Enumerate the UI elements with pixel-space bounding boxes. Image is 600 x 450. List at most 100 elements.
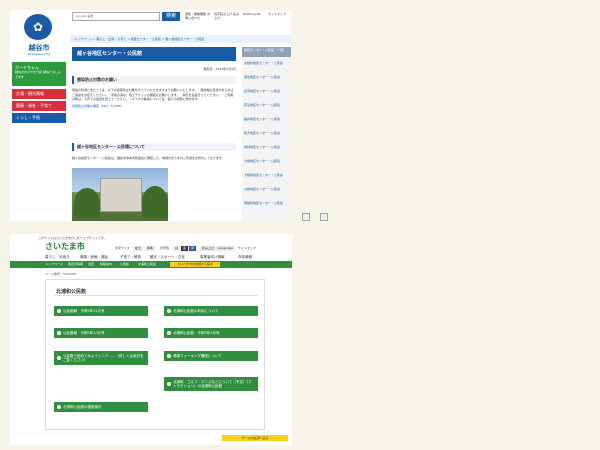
mascot-banner[interactable]: ガーヤちゃん 越谷がのびやか日記 越谷たのしんでます: [12, 62, 66, 86]
saitama-page-screenshot: このサイトはさいたま市の公式ウェブサイトです。 さいたま市 文字サイズ 拡大 標…: [10, 234, 292, 445]
font-enlarge-button[interactable]: 拡大: [133, 246, 144, 251]
site-tagline: このサイトはさいたま市の公式ウェブサイトです。: [38, 236, 107, 240]
breadcrumb-bar: トップページ 各区の情報 北区 施設案内 公民館 北浦和公民館 さいたま市の地図…: [10, 261, 292, 268]
crumb-kita[interactable]: 北区: [88, 261, 94, 268]
sidebar-link[interactable]: 北越谷地区センター・公民館: [244, 61, 290, 65]
bullet-icon: [57, 356, 61, 360]
link-label: 北浦和公民館の施設案内: [63, 405, 102, 409]
sidebar-link[interactable]: 出羽地区センター・公民館: [244, 89, 290, 93]
top-link-readaloud[interactable]: 音声読み上げ 読み上げ: [214, 12, 240, 24]
bg-white-button[interactable]: 白: [173, 246, 181, 251]
font-size-label: 文字サイズ: [115, 246, 130, 250]
section-body-infection: 施設の利用にあたっては、以下の感染防止対策を行っていただきますようお願いいたしま…: [72, 88, 236, 108]
building-photo: [72, 168, 168, 221]
bullet-icon: [57, 331, 61, 335]
link-button[interactable]: 公民館報 令和5年10月号: [54, 328, 148, 338]
city-name-en: Koshigaya City: [27, 52, 51, 56]
sidebar-link[interactable]: 大袋地区センター・公民館: [244, 159, 290, 163]
crumb-current: 北浦和公民館: [138, 262, 157, 266]
link-label: 公民館報 令和5年11月号: [63, 309, 105, 313]
tree-shape: [142, 186, 168, 218]
breadcrumb[interactable]: トップページ > 暮らし・出産・子育て > 地区センター・公民館 > 越ヶ谷地区…: [70, 35, 291, 43]
infection-pdf-link[interactable]: 感染防止対策の徹底（PDF：170KB）: [72, 104, 236, 109]
bullet-icon: [167, 382, 171, 386]
link-button[interactable]: 北浦和公民館の利用について: [164, 306, 258, 316]
menu-item-childcare[interactable]: 子育て・教育: [120, 253, 141, 261]
bg-black-button[interactable]: 黒: [181, 246, 189, 251]
link-label: 北浦和公民館の利用について: [173, 309, 219, 313]
mascot-text: 越谷がのびやか日記 越谷たのしんでます: [15, 70, 61, 79]
link-label: 北浦和公民館 令和5年9月号: [173, 331, 220, 335]
bg-blue-button[interactable]: 青: [189, 246, 197, 251]
search-button[interactable]: 検索: [162, 12, 180, 21]
bullet-icon: [167, 331, 171, 335]
nav-item-health[interactable]: 健康・福祉・子育て: [12, 101, 66, 111]
section-heading-about: 越ヶ谷地区センター・公民館について: [72, 143, 236, 151]
tree-shape: [74, 188, 100, 218]
link-button[interactable]: 健康ウォーキング講座について: [164, 351, 258, 361]
bullet-icon: [167, 354, 171, 358]
content-panel: 北浦和公民館 公民館報 令和5年11月号 北浦和公民館の利用について 公民館報 …: [45, 279, 265, 430]
broken-image-icon: [302, 213, 310, 221]
right-sidebar-heading: 地区センター・公民館（一覧）: [242, 47, 291, 57]
nav-item-life[interactable]: くらし・手続: [12, 113, 66, 123]
title-divider: [54, 295, 258, 296]
sidebar-link[interactable]: 川柳地区センター・公民館: [244, 187, 290, 191]
sidebar-link[interactable]: 荻島地区センター・公民館: [244, 103, 290, 107]
link-label: 公民館で始めてみようシニア……（詳しくは添付をご覧ください）: [63, 354, 144, 362]
read-aloud-button[interactable]: 読み上げ: [200, 246, 217, 251]
sidebar-link[interactable]: 南越谷地区センター・公民館: [244, 201, 290, 205]
crumb-wards[interactable]: 各区の情報: [68, 261, 83, 268]
top-link-accessibility[interactable]: 閲覧・補助機能 お問い合わせ: [185, 12, 211, 24]
menu-item-government[interactable]: 市政情報: [238, 253, 252, 261]
updated-date: 更新日：2023年4月1日: [203, 67, 236, 71]
menu-item-business[interactable]: 事業者向け情報: [200, 253, 225, 261]
bullet-icon: [57, 405, 61, 409]
nav-item-transport[interactable]: 交通・観光情報: [12, 89, 66, 99]
map-search-button[interactable]: さいたま市の地図から探す: [170, 262, 220, 267]
crumb-facilities[interactable]: 施設案内: [100, 261, 112, 268]
top-bar: Google 提供 検索 閲覧・補助機能 お問い合わせ 音声読み上げ 読み上げ …: [70, 10, 291, 34]
top-link-multilingual[interactable]: Multilingual: [243, 12, 265, 24]
right-sidebar: 地区センター・公民館（一覧） 北越谷地区センター・公民館 蒲生地区センター・公民…: [242, 47, 291, 221]
link-label: 公民館報 令和5年10月号: [63, 331, 105, 335]
infection-text: 施設の利用にあたっては、以下の感染防止対策を行っていただきますようお願いいたしま…: [72, 88, 234, 101]
sidebar-link[interactable]: 増林地区センター・公民館: [244, 145, 290, 149]
link-label: 健康ウォーキング講座について: [173, 354, 222, 358]
bullet-icon: [57, 309, 61, 313]
page-number: ページ番号：0000000: [45, 272, 77, 276]
koshigaya-page-screenshot: ✿ 越谷市 Koshigaya City ガーヤちゃん 越谷がのびやか日記 越谷…: [10, 10, 291, 221]
sitemap-link[interactable]: サイトマップ: [238, 246, 256, 251]
sidebar-link[interactable]: 新方地区センター・公民館: [244, 131, 290, 135]
link-label: 北浦和 ゴルフ・テニスなどについて（予定）（アトラクション）の北浦和公民館: [173, 380, 252, 388]
search-input[interactable]: Google 提供: [72, 12, 160, 21]
back-to-top-button[interactable]: ページの先頭へ戻る: [222, 435, 288, 441]
menu-item-tourism[interactable]: 観光・スポーツ・文化: [150, 253, 185, 261]
city-emblem-icon: ✿: [32, 20, 44, 34]
menu-item-health[interactable]: 健康・医療・福祉: [80, 253, 108, 261]
link-button[interactable]: 北浦和公民館の施設案内: [54, 402, 148, 412]
sidebar-link[interactable]: 桜井地区センター・公民館: [244, 117, 290, 121]
sidebar-link[interactable]: 蒲生地区センター・公民館: [244, 75, 290, 79]
main-menu: 暮らし・手続き 健康・医療・福祉 子育て・教育 観光・スポーツ・文化 事業者向け…: [10, 253, 292, 261]
broken-image-icon: [320, 213, 328, 221]
saitama-logo[interactable]: さいたま市: [45, 241, 105, 253]
crumb-kominkan[interactable]: 公民館: [120, 261, 129, 268]
crumb-top[interactable]: トップページ: [45, 261, 63, 268]
font-standard-button[interactable]: 標準: [145, 246, 156, 251]
menu-item-life[interactable]: 暮らし・手続き: [45, 253, 70, 261]
bg-color-label: 背景色: [160, 246, 170, 250]
bullet-icon: [167, 309, 171, 313]
link-button[interactable]: 北浦和公民館 令和5年9月号: [164, 328, 258, 338]
link-button[interactable]: 北浦和 ゴルフ・テニスなどについて（予定）（アトラクション）の北浦和公民館: [164, 377, 258, 391]
link-button[interactable]: 公民館報 令和5年11月号: [54, 306, 148, 316]
link-button[interactable]: 公民館で始めてみようシニア……（詳しくは添付をご覧ください）: [54, 351, 148, 365]
sidebar-link[interactable]: 大相模地区センター・公民館: [244, 173, 290, 177]
page-title: 北浦和公民館: [56, 289, 87, 295]
top-link-sitemap[interactable]: サイトマップ: [268, 12, 290, 24]
page-title: 越ヶ谷地区センター・公民館: [72, 47, 236, 61]
left-sidebar: ✿ 越谷市 Koshigaya City ガーヤちゃん 越谷がのびやか日記 越谷…: [10, 10, 68, 221]
building-shape: [100, 178, 142, 212]
language-button[interactable]: Language: [216, 246, 235, 251]
city-logo[interactable]: ✿: [24, 14, 52, 40]
